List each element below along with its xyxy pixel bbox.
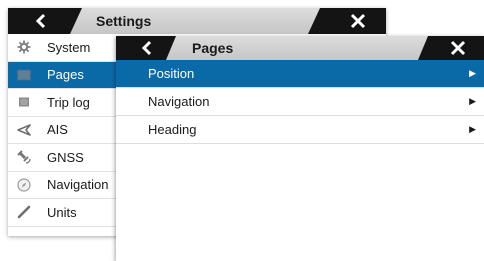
list-item-label: Position — [148, 66, 195, 81]
gear-icon — [16, 39, 32, 55]
list-item-position[interactable]: Position ▶ — [116, 60, 484, 88]
pages-back-button[interactable] — [132, 36, 162, 60]
chevron-right-icon: ▶ — [469, 96, 476, 106]
menu-item-system[interactable]: System — [8, 34, 118, 62]
chevron-right-icon: ▶ — [469, 68, 476, 78]
menu-item-label: Navigation — [47, 177, 109, 193]
menu-item-label: System — [47, 39, 91, 55]
compass-icon — [16, 177, 32, 193]
menu-item-ais[interactable]: AIS — [8, 117, 118, 144]
settings-menu: System Pages Trip log AIS GNSS Navigatio… — [8, 34, 118, 227]
ais-icon — [16, 122, 32, 138]
settings-titlebar: Settings — [8, 8, 386, 34]
chevron-left-icon — [35, 13, 46, 29]
menu-item-gnss[interactable]: GNSS — [8, 144, 118, 172]
list-item-label: Heading — [148, 122, 197, 137]
settings-back-button[interactable] — [24, 8, 58, 34]
pages-icon — [16, 67, 32, 83]
pages-window: Pages Position ▶ Navigation ▶ Heading ▶ — [116, 36, 484, 261]
pages-close-button[interactable] — [438, 36, 478, 60]
settings-title: Settings — [70, 8, 320, 34]
menu-item-trip-log[interactable]: Trip log — [8, 89, 118, 117]
chevron-right-icon: ▶ — [469, 124, 476, 134]
list-item-navigation[interactable]: Navigation ▶ — [116, 88, 484, 116]
close-icon — [350, 13, 366, 29]
chevron-left-icon — [141, 40, 152, 56]
pages-title: Pages — [166, 36, 428, 60]
pages-list: Position ▶ Navigation ▶ Heading ▶ — [116, 60, 484, 144]
menu-item-label: Units — [47, 204, 77, 220]
menu-item-navigation[interactable]: Navigation — [8, 172, 118, 199]
close-icon — [450, 40, 466, 56]
settings-close-button[interactable] — [338, 8, 378, 34]
menu-item-units[interactable]: Units — [8, 199, 118, 227]
list-item-label: Navigation — [148, 94, 210, 109]
menu-item-label: GNSS — [47, 149, 84, 165]
menu-item-label: AIS — [47, 122, 68, 138]
list-item-heading[interactable]: Heading ▶ — [116, 116, 484, 144]
ruler-icon — [16, 204, 32, 220]
pages-titlebar: Pages — [116, 36, 484, 60]
gnss-icon — [16, 149, 32, 165]
menu-item-label: Pages — [47, 67, 84, 83]
menu-item-label: Trip log — [47, 94, 90, 110]
menu-item-pages[interactable]: Pages — [8, 61, 118, 89]
trip-log-icon — [16, 94, 32, 110]
